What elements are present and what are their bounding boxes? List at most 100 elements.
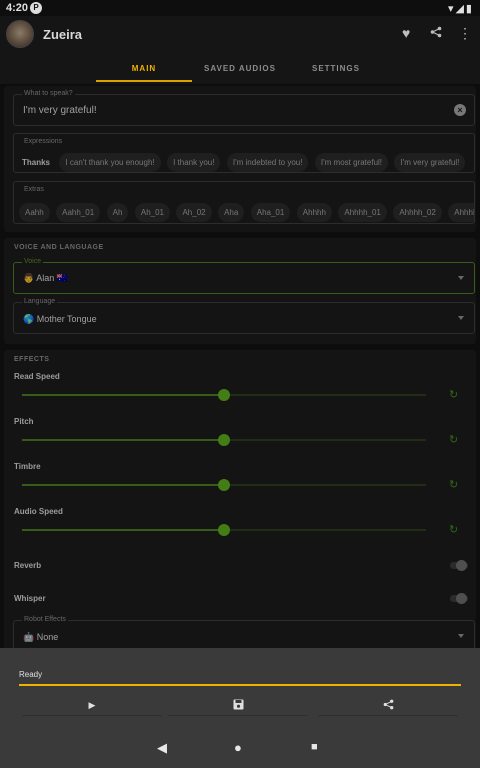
toggle-knob (456, 593, 467, 604)
app-title: Zueira (43, 27, 83, 42)
recents-icon[interactable]: ■ (311, 741, 318, 753)
timbre-label: Timbre (14, 462, 41, 471)
share-icon (383, 699, 393, 710)
audio-speed-slider[interactable] (22, 524, 426, 536)
more-icon[interactable]: ⋮ (458, 25, 472, 42)
play-icon: ▶ (88, 700, 96, 710)
extra-chip[interactable]: Aha (218, 203, 245, 222)
extra-chip[interactable]: Ahhhh_0 (448, 203, 474, 222)
share-icon[interactable] (430, 25, 442, 41)
player-panel: Ready ▶ (0, 648, 480, 728)
slider-fill (22, 394, 224, 396)
expression-chip[interactable]: I'm very grateful! (394, 153, 466, 172)
reset-icon[interactable]: ↻ (449, 478, 458, 491)
expression-chip[interactable]: I'm most grateful! (314, 153, 389, 172)
robot-effects-value: 🤖 None (23, 632, 59, 642)
reverb-toggle[interactable] (450, 560, 468, 571)
tab-indicator (96, 80, 192, 82)
avatar[interactable] (6, 20, 34, 48)
expressions-label: Expressions (24, 138, 63, 145)
read-speed-slider[interactable] (22, 389, 426, 401)
voice-value: 👨 Alan 🇦🇺 (23, 273, 68, 283)
speak-label: What to speak? (22, 90, 75, 97)
read-speed-label: Read Speed (14, 372, 60, 381)
notification-badge-icon: P (30, 2, 42, 14)
extra-chip[interactable]: Ah_01 (134, 203, 171, 222)
system-navbar: ◀ ● ■ (0, 728, 480, 768)
slider-thumb[interactable] (218, 434, 230, 446)
status-time: 4:20 (6, 2, 29, 14)
reverb-label: Reverb (14, 561, 42, 570)
slider-fill (22, 484, 224, 486)
extras-field: Extras Aahh Aahh_01 Ah Ah_01 Ah_02 Aha A… (13, 181, 475, 224)
expression-chip[interactable]: I thank you! (167, 153, 221, 172)
clear-icon[interactable]: × (454, 104, 466, 116)
audio-speed-label: Audio Speed (14, 507, 63, 516)
extra-chip[interactable]: Ahhhh (296, 203, 332, 222)
expressions-field: Expressions Thanks I can't thank you eno… (13, 133, 475, 173)
slider-fill (22, 439, 224, 441)
extra-chip[interactable]: Aahh_01 (56, 203, 101, 222)
save-button[interactable] (168, 694, 308, 716)
effects-section-title: EFFECTS (14, 356, 50, 363)
robot-effects-dropdown[interactable]: Robot Effects 🤖 None (13, 616, 475, 648)
expression-category[interactable]: Thanks (19, 153, 53, 172)
extra-chip[interactable]: Ah_02 (176, 203, 212, 222)
chevron-down-icon (458, 276, 464, 280)
expression-chip[interactable]: I can't thank you enough! (59, 153, 161, 172)
expression-chip[interactable]: I'm indebted to you! (226, 153, 309, 172)
tab-main[interactable]: MAIN (96, 64, 192, 73)
voice-card: VOICE AND LANGUAGE Voice 👨 Alan 🇦🇺 Langu… (4, 238, 476, 344)
main-content[interactable]: What to speak? I'm very grateful! × Expr… (0, 84, 480, 648)
voice-dropdown[interactable]: Voice 👨 Alan 🇦🇺 (13, 258, 475, 294)
tab-settings[interactable]: SETTINGS (288, 64, 384, 73)
pitch-slider[interactable] (22, 434, 426, 446)
extras-chips[interactable]: Aahh Aahh_01 Ah Ah_01 Ah_02 Aha Aha_01 A… (19, 203, 474, 223)
whisper-toggle[interactable] (450, 593, 468, 604)
extra-chip[interactable]: Aahh (19, 203, 50, 222)
voice-section-title: VOICE AND LANGUAGE (14, 244, 104, 251)
expressions-chips[interactable]: Thanks I can't thank you enough! I thank… (19, 153, 474, 173)
reset-icon[interactable]: ↻ (449, 523, 458, 536)
toggle-knob (456, 560, 467, 571)
extra-chip[interactable]: Ahhhh_02 (393, 203, 442, 222)
status-bar: 4:20 P ▾◢▮ (0, 0, 480, 16)
player-status: Ready (19, 670, 43, 679)
speak-card: What to speak? I'm very grateful! × Expr… (4, 86, 476, 232)
system-status-icons: ▾◢▮ (447, 3, 474, 15)
slider-thumb[interactable] (218, 479, 230, 491)
chevron-down-icon (458, 634, 464, 638)
heart-icon[interactable]: ♥ (402, 25, 410, 41)
whisper-label: Whisper (14, 594, 46, 603)
slider-fill (22, 529, 224, 531)
language-label: Language (22, 298, 58, 305)
player-progress (19, 684, 461, 686)
robot-effects-label: Robot Effects (22, 616, 68, 623)
speak-input[interactable]: I'm very grateful! (23, 105, 97, 116)
pitch-label: Pitch (14, 417, 34, 426)
app-bar: Zueira ♥ ⋮ MAIN SAVED AUDIOS SETTINGS (0, 16, 480, 84)
player-buttons: ▶ (22, 694, 460, 716)
back-icon[interactable]: ◀ (157, 740, 167, 756)
extras-label: Extras (24, 186, 44, 193)
speak-field[interactable]: What to speak? I'm very grateful! × (13, 90, 475, 126)
play-button[interactable]: ▶ (22, 694, 162, 716)
extra-chip[interactable]: Aha_01 (250, 203, 291, 222)
tab-saved-audios[interactable]: SAVED AUDIOS (192, 64, 288, 73)
effects-card: EFFECTS Read Speed ↻ Pitch ↻ Timbre ↻ Au… (4, 350, 476, 648)
save-icon (233, 699, 243, 710)
share-button[interactable] (318, 694, 458, 716)
slider-thumb[interactable] (218, 389, 230, 401)
language-value: 🌎 Mother Tongue (23, 314, 97, 324)
timbre-slider[interactable] (22, 479, 426, 491)
reset-icon[interactable]: ↻ (449, 433, 458, 446)
chevron-down-icon (458, 316, 464, 320)
voice-label: Voice (22, 258, 44, 265)
reset-icon[interactable]: ↻ (449, 388, 458, 401)
slider-thumb[interactable] (218, 524, 230, 536)
language-dropdown[interactable]: Language 🌎 Mother Tongue (13, 298, 475, 334)
extra-chip[interactable]: Ah (106, 203, 129, 222)
tab-bar: MAIN SAVED AUDIOS SETTINGS (0, 58, 480, 84)
home-icon[interactable]: ● (234, 740, 242, 755)
extra-chip[interactable]: Ahhhh_01 (338, 203, 387, 222)
